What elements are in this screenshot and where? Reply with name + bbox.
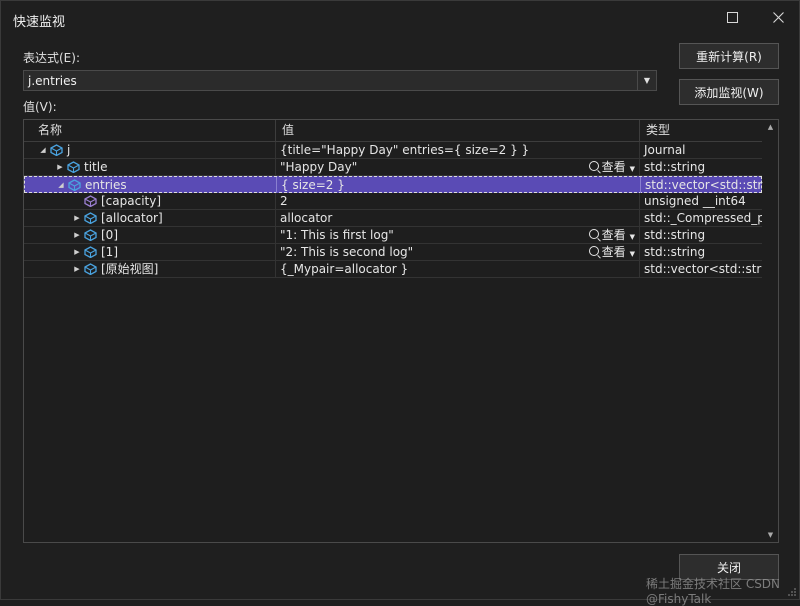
view-visualizer-button[interactable]: 查看 ▼ bbox=[588, 244, 635, 260]
object-icon bbox=[84, 229, 97, 241]
table-row[interactable]: ▶ [1] "2: This is second log" 查看 ▼ std::strin… bbox=[24, 244, 762, 261]
maximize-button[interactable] bbox=[709, 1, 755, 33]
row-name: [allocator] bbox=[101, 211, 163, 225]
column-header-name[interactable]: 名称 bbox=[24, 120, 276, 141]
value-cell[interactable]: allocator bbox=[276, 210, 640, 226]
scroll-up-icon[interactable]: ▲ bbox=[763, 120, 778, 134]
view-label: 查看 bbox=[601, 228, 626, 242]
type-cell: std::string bbox=[644, 228, 706, 242]
collapse-icon[interactable]: ◢ bbox=[38, 142, 48, 158]
view-visualizer-button[interactable]: 查看 ▼ bbox=[588, 227, 635, 243]
name-cell: ◢ entries bbox=[25, 177, 277, 193]
object-icon bbox=[68, 179, 81, 191]
chevron-down-icon[interactable]: ▼ bbox=[630, 250, 635, 258]
type-cell: std::string bbox=[644, 245, 706, 259]
row-name: [0] bbox=[101, 228, 118, 242]
row-value: "2: This is second log" bbox=[280, 245, 414, 259]
row-value: {_Mypair=allocator } bbox=[280, 262, 409, 276]
name-cell: ▶ [0] bbox=[24, 227, 276, 243]
close-window-button[interactable] bbox=[755, 1, 800, 33]
maximize-icon bbox=[726, 11, 738, 23]
row-value: 2 bbox=[280, 194, 288, 208]
magnifier-icon bbox=[588, 246, 599, 256]
row-name: j bbox=[67, 143, 71, 157]
table-row[interactable]: ▶ [allocator] allocator std::_Compressed_p.… bbox=[24, 210, 762, 227]
watch-grid: 名称 值 类型 ◢ j {title="Happy Day" entries={ s… bbox=[23, 119, 779, 543]
row-value: allocator bbox=[280, 211, 333, 225]
table-row[interactable]: ◢ j {title="Happy Day" entries={ size=2 } … bbox=[24, 142, 762, 159]
object-icon bbox=[50, 144, 63, 156]
magnifier-icon bbox=[588, 229, 599, 239]
vertical-scrollbar[interactable]: ▲ ▼ bbox=[763, 120, 778, 542]
value-cell[interactable]: "Happy Day" 查看 ▼ bbox=[276, 159, 640, 175]
view-label: 查看 bbox=[601, 160, 626, 174]
view-visualizer-button[interactable]: 查看 ▼ bbox=[588, 159, 635, 175]
name-cell: ▶ title bbox=[24, 159, 276, 175]
object-icon bbox=[67, 161, 80, 173]
chevron-down-icon[interactable]: ▼ bbox=[630, 165, 635, 173]
name-cell: ▶ [allocator] bbox=[24, 210, 276, 226]
chevron-down-icon[interactable]: ▼ bbox=[630, 233, 635, 241]
expression-label: 表达式(E): bbox=[23, 51, 80, 65]
row-name: entries bbox=[85, 178, 127, 192]
quick-watch-dialog: 快速监视 表达式(E): j.entries ▼ 值(V): 重新计算(R) 添… bbox=[0, 0, 800, 606]
expression-input[interactable]: j.entries bbox=[28, 74, 77, 88]
title-bar: 快速监视 bbox=[1, 1, 799, 35]
dropdown-arrow-icon[interactable]: ▼ bbox=[637, 71, 656, 90]
scroll-down-icon[interactable]: ▼ bbox=[763, 528, 778, 542]
type-cell: std::string bbox=[644, 160, 706, 174]
add-watch-button[interactable]: 添加监视(W) bbox=[679, 79, 779, 105]
row-value: "1: This is first log" bbox=[280, 228, 394, 242]
window-title: 快速监视 bbox=[13, 15, 66, 30]
object-icon bbox=[84, 212, 97, 224]
close-icon bbox=[772, 11, 784, 23]
view-label: 查看 bbox=[601, 245, 626, 259]
type-cell: std::vector<std::stri... bbox=[644, 262, 762, 276]
table-row[interactable]: [capacity] 2 unsigned __int64 bbox=[24, 193, 762, 210]
resize-grip-icon[interactable] bbox=[787, 587, 797, 597]
row-name: title bbox=[84, 160, 108, 174]
name-cell: ▶ [1] bbox=[24, 244, 276, 260]
column-header-value[interactable]: 值 bbox=[276, 120, 640, 141]
type-cell: std::vector<std::stri... bbox=[645, 178, 763, 192]
table-row[interactable]: ▶ [0] "1: This is first log" 查看 ▼ std::string bbox=[24, 227, 762, 244]
row-value: {title="Happy Day" entries={ size=2 } } bbox=[280, 143, 530, 157]
magnifier-icon bbox=[588, 161, 599, 171]
column-header-type[interactable]: 类型 bbox=[640, 120, 762, 141]
name-cell: ◢ j bbox=[24, 142, 276, 158]
expand-icon[interactable]: ▶ bbox=[55, 159, 65, 175]
table-row[interactable]: ▶ [原始视图] {_Mypair=allocator } std::vector<s… bbox=[24, 261, 762, 278]
type-cell: Journal bbox=[644, 143, 686, 157]
recalculate-button[interactable]: 重新计算(R) bbox=[679, 43, 779, 69]
expand-icon[interactable]: ▶ bbox=[72, 210, 82, 226]
expand-icon[interactable]: ▶ bbox=[72, 227, 82, 243]
value-cell[interactable]: "2: This is second log" 查看 ▼ bbox=[276, 244, 640, 260]
value-cell[interactable]: {title="Happy Day" entries={ size=2 } } bbox=[276, 142, 640, 158]
type-cell: std::_Compressed_p... bbox=[644, 211, 762, 225]
row-name: [原始视图] bbox=[101, 262, 159, 276]
field-icon bbox=[84, 195, 97, 207]
value-label: 值(V): bbox=[23, 100, 57, 114]
row-name: [capacity] bbox=[101, 194, 162, 208]
value-cell[interactable]: 2 bbox=[276, 193, 640, 209]
watermark: 稀土掘金技术社区 CSDN @FishyTalk bbox=[646, 577, 781, 606]
expand-icon[interactable]: ▶ bbox=[72, 244, 82, 260]
table-row[interactable]: ◢ entries { size=2 } std::vector<std::stri.… bbox=[24, 176, 763, 193]
name-cell: ▶ [原始视图] bbox=[24, 261, 276, 277]
object-icon bbox=[84, 246, 97, 258]
row-name: [1] bbox=[101, 245, 118, 259]
type-cell: unsigned __int64 bbox=[644, 194, 746, 208]
value-cell[interactable]: { size=2 } bbox=[277, 177, 641, 193]
row-value: "Happy Day" bbox=[280, 160, 358, 174]
object-icon bbox=[84, 263, 97, 275]
table-row[interactable]: ▶ title "Happy Day" 查看 ▼ std::string bbox=[24, 159, 762, 176]
value-cell[interactable]: {_Mypair=allocator } bbox=[276, 261, 640, 277]
row-value: { size=2 } bbox=[281, 178, 345, 192]
name-cell: [capacity] bbox=[24, 193, 276, 209]
expand-icon[interactable]: ▶ bbox=[72, 261, 82, 277]
grid-header: 名称 值 类型 bbox=[24, 120, 762, 142]
expression-combobox[interactable]: j.entries ▼ bbox=[23, 70, 657, 91]
value-cell[interactable]: "1: This is first log" 查看 ▼ bbox=[276, 227, 640, 243]
collapse-icon[interactable]: ◢ bbox=[56, 177, 66, 193]
